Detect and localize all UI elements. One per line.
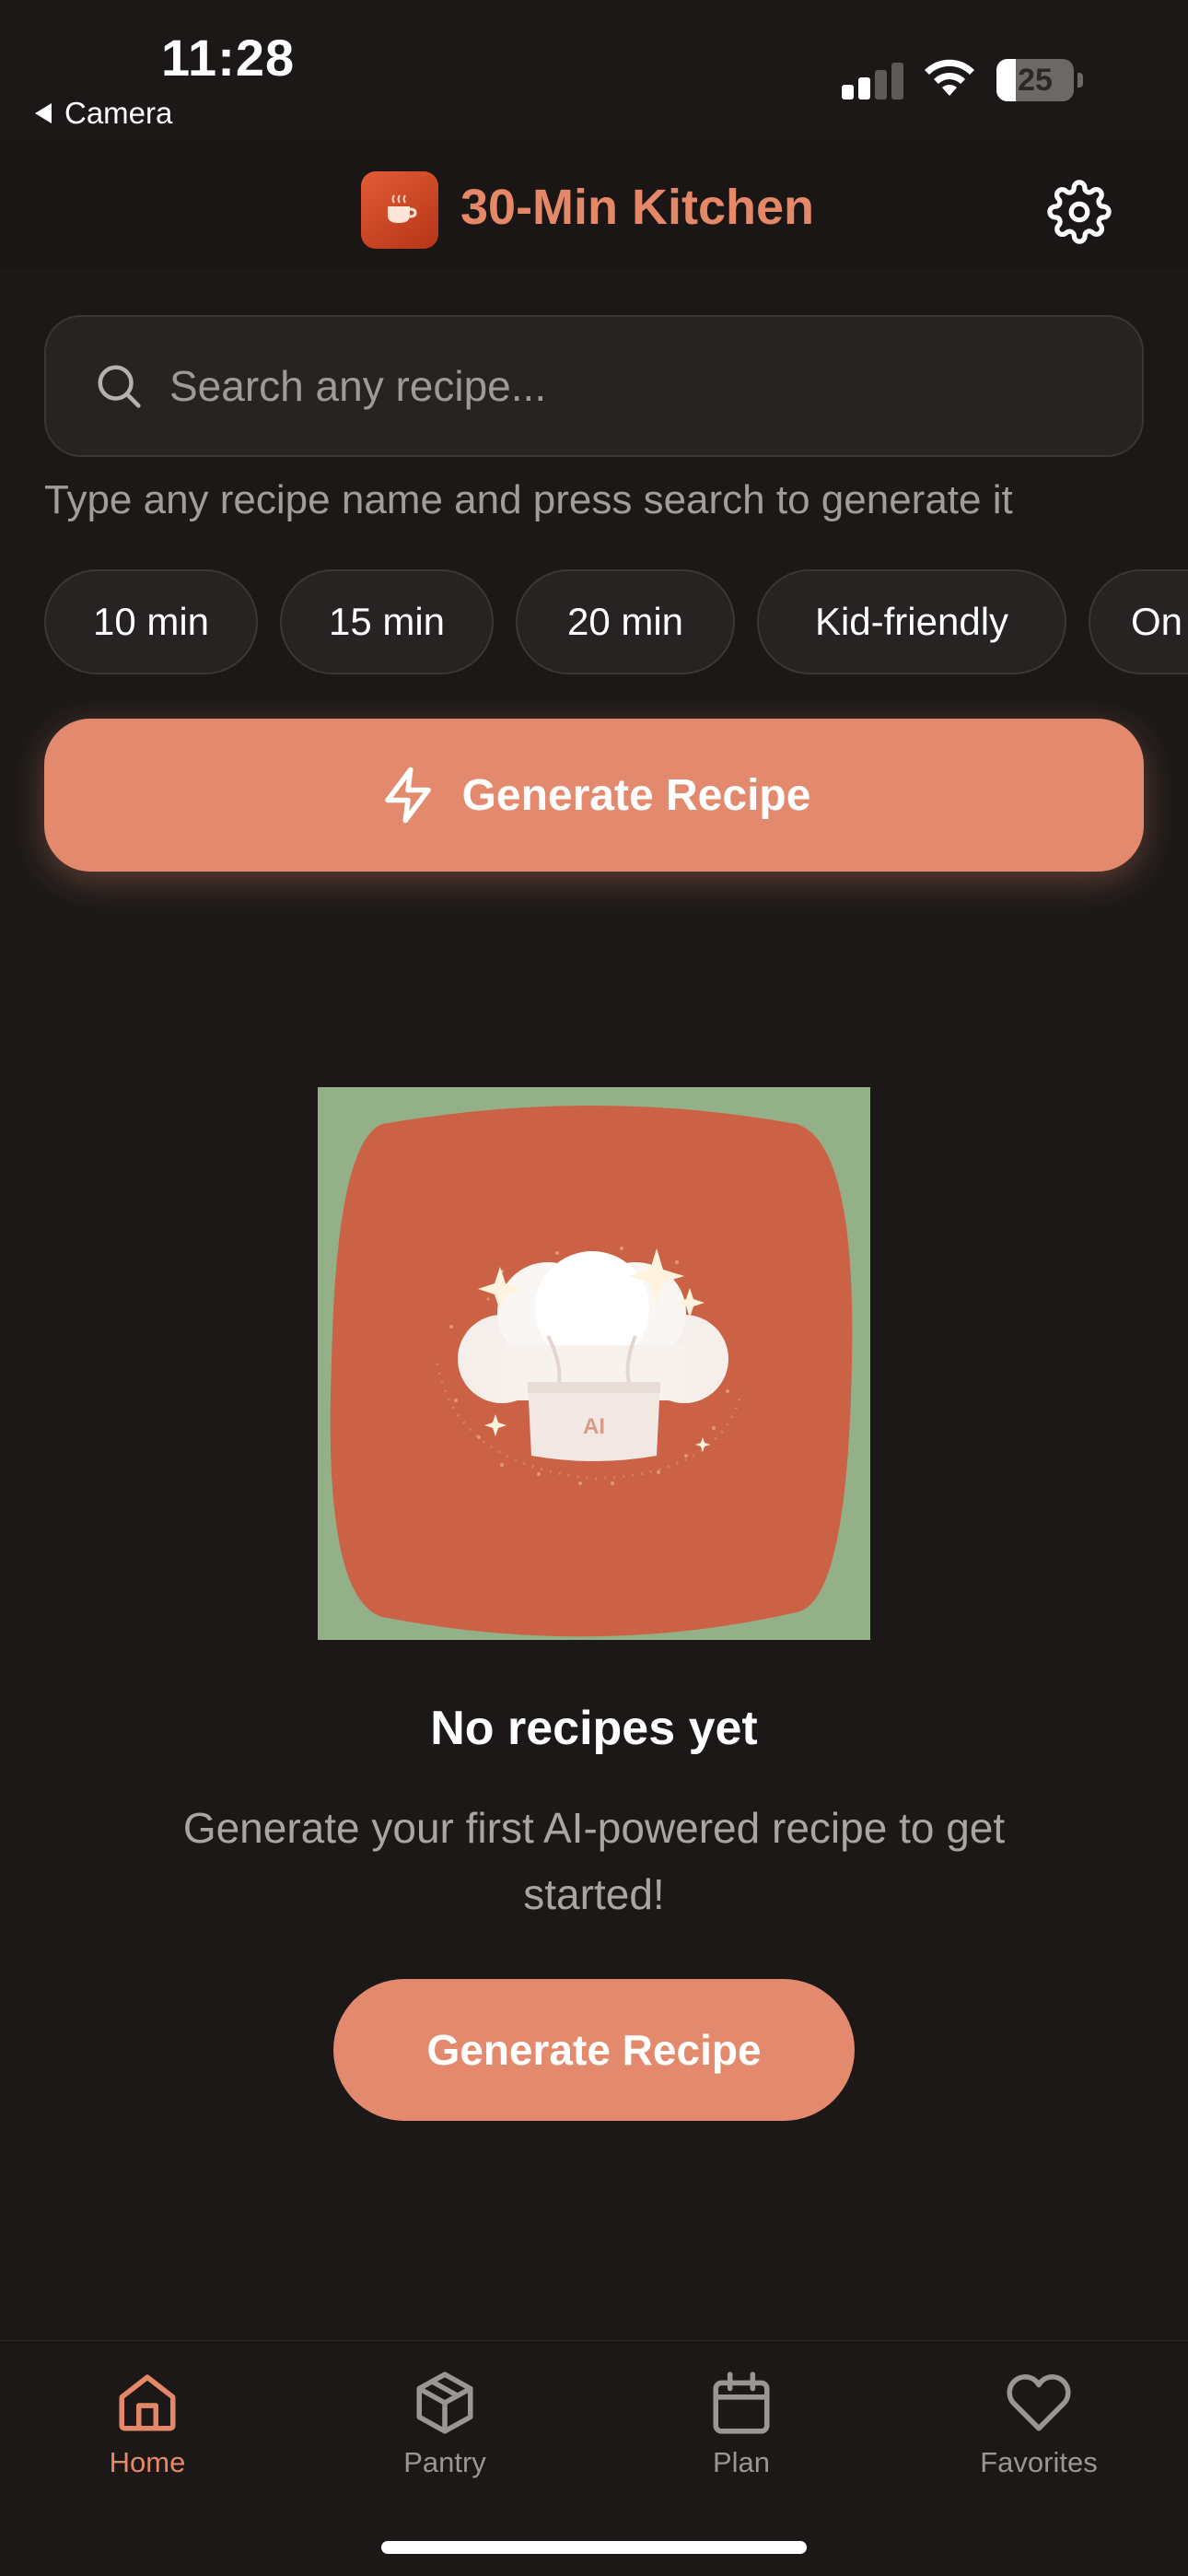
illustration-ai-text: AI — [583, 1414, 605, 1439]
chip-kid-friendly[interactable]: Kid-friendly — [757, 569, 1066, 674]
back-to-camera[interactable]: Camera — [35, 96, 172, 131]
app-logo — [361, 171, 438, 249]
tab-favorites[interactable]: Favorites — [947, 2369, 1131, 2479]
chip-one-pot[interactable]: On — [1089, 569, 1188, 674]
app-title: 30-Min Kitchen — [460, 180, 815, 235]
search-bar[interactable] — [44, 315, 1144, 457]
back-label: Camera — [64, 96, 173, 130]
tab-pantry-label: Pantry — [403, 2446, 486, 2478]
tab-favorites-label: Favorites — [980, 2446, 1098, 2478]
chef-hat-illustration: AI — [318, 1087, 870, 1640]
generate-recipe-label: Generate Recipe — [461, 770, 811, 820]
heart-icon — [1007, 2374, 1071, 2431]
chip-20-min[interactable]: 20 min — [516, 569, 735, 674]
tab-pantry[interactable]: Pantry — [353, 2369, 537, 2479]
search-input[interactable] — [169, 361, 1054, 411]
empty-state-generate-button[interactable]: Generate Recipe — [333, 1979, 855, 2121]
search-hint: Type any recipe name and press search to… — [44, 477, 1013, 522]
chip-15-min[interactable]: 15 min — [280, 569, 494, 674]
box-icon — [416, 2371, 473, 2434]
coffee-cup-icon — [388, 194, 417, 223]
battery-icon: 25 — [996, 59, 1083, 101]
gear-icon — [1047, 180, 1112, 244]
empty-state-title: No recipes yet — [430, 1702, 758, 1755]
wifi-icon — [925, 59, 974, 96]
status-time: 11:28 — [161, 29, 296, 87]
chip-10-min[interactable]: 10 min — [44, 569, 258, 674]
tab-home[interactable]: Home — [55, 2369, 239, 2479]
calendar-icon — [713, 2371, 770, 2434]
home-indicator[interactable] — [381, 2541, 807, 2554]
tab-home-label: Home — [109, 2446, 186, 2478]
settings-button[interactable] — [1044, 177, 1114, 247]
home-icon — [119, 2374, 176, 2431]
tab-plan-label: Plan — [712, 2446, 771, 2478]
generate-recipe-button[interactable]: Generate Recipe — [44, 719, 1144, 872]
app-header: 30-Min Kitchen — [0, 138, 1188, 269]
search-icon — [98, 365, 141, 408]
back-arrow-icon — [35, 103, 52, 123]
tab-plan[interactable]: Plan — [649, 2369, 833, 2479]
empty-state-description: Generate your first AI-powered recipe to… — [182, 1804, 1006, 1918]
battery-level: 25 — [1018, 63, 1053, 98]
signal-icon — [842, 61, 904, 100]
empty-state-generate-label: Generate Recipe — [426, 2026, 762, 2074]
lightning-bolt-icon — [384, 767, 431, 824]
filter-chips: 10 min 15 min 20 min Kid-friendly On — [44, 569, 1188, 674]
